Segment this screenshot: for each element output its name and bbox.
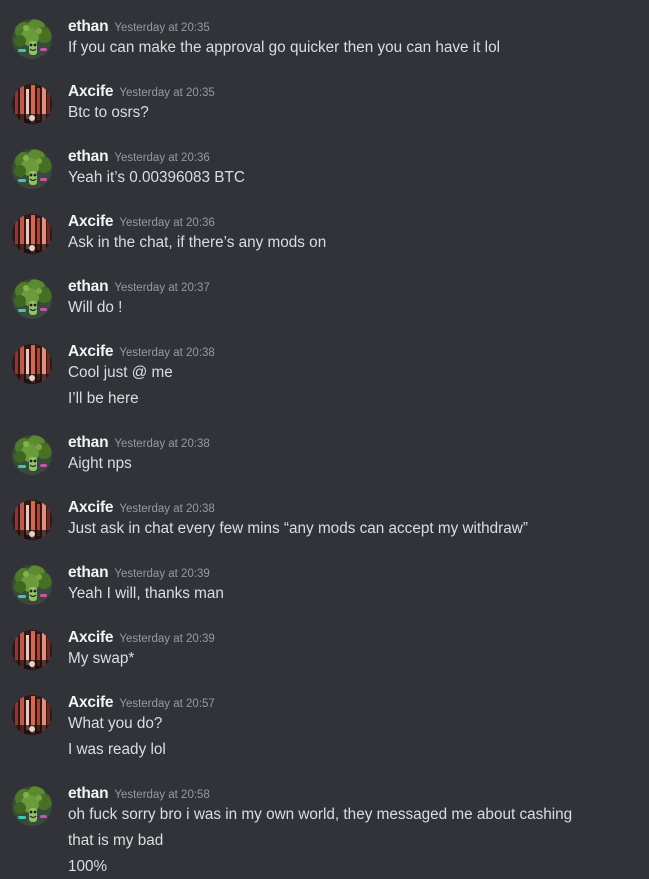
timestamp: Yesterday at 20:39 [114,568,210,580]
broccoli-avatar-icon [12,19,52,59]
timestamp: Yesterday at 20:35 [119,87,215,99]
message-header: Axcife Yesterday at 20:38 [68,497,633,519]
message-header: Axcife Yesterday at 20:36 [68,211,633,233]
username[interactable]: ethan [68,434,109,451]
avatar[interactable] [12,695,52,735]
message-header: Axcife Yesterday at 20:39 [68,627,633,649]
timestamp: Yesterday at 20:38 [119,503,215,515]
broccoli-avatar-icon [12,435,52,475]
username[interactable]: ethan [68,564,109,581]
timestamp: Yesterday at 20:37 [114,282,210,294]
avatar[interactable] [12,786,52,826]
timestamp: Yesterday at 20:58 [114,789,210,801]
broccoli-avatar-icon [12,786,52,826]
avatar[interactable] [12,344,52,384]
username[interactable]: ethan [68,148,109,165]
timestamp: Yesterday at 20:35 [114,22,210,34]
timestamp: Yesterday at 20:38 [119,347,215,359]
message-header: ethan Yesterday at 20:39 [68,562,633,584]
message-group: Axcife Yesterday at 20:57 What you do? I wa… [0,692,649,760]
message-text: Btc to osrs? [68,104,149,121]
chat-message-list: ethan Yesterday at 20:35 If you can make t… [0,0,649,879]
username[interactable]: Axcife [68,694,114,711]
username[interactable]: Axcife [68,499,114,516]
message-text: I was ready lol [68,741,166,758]
timestamp: Yesterday at 20:36 [114,152,210,164]
message-header: ethan Yesterday at 20:36 [68,146,633,168]
message-group: Axcife Yesterday at 20:38 Just ask in chat… [0,497,649,540]
message-header: ethan Yesterday at 20:37 [68,276,633,298]
message-group: Axcife Yesterday at 20:36 Ask in the chat,… [0,211,649,254]
message-header: ethan Yesterday at 20:58 [68,783,633,805]
message-text: Will do ! [68,299,123,316]
message-header: ethan Yesterday at 20:35 [68,16,633,38]
message-group: ethan Yesterday at 20:39 Yeah I will, than… [0,562,649,605]
message-header: Axcife Yesterday at 20:57 [68,692,633,714]
red-lights-avatar-icon [12,84,52,124]
message-text: Just ask in chat every few mins “any mod… [68,520,528,537]
timestamp: Yesterday at 20:38 [114,438,210,450]
message-group: Axcife Yesterday at 20:38 Cool just @ me I’… [0,341,649,409]
message-header: ethan Yesterday at 20:38 [68,432,633,454]
timestamp: Yesterday at 20:36 [119,217,215,229]
avatar[interactable] [12,149,52,189]
avatar[interactable] [12,279,52,319]
message-group: Axcife Yesterday at 20:35 Btc to osrs? [0,81,649,124]
message-text: Yeah I will, thanks man [68,585,224,602]
timestamp: Yesterday at 20:39 [119,633,215,645]
avatar[interactable] [12,84,52,124]
avatar[interactable] [12,630,52,670]
red-lights-avatar-icon [12,214,52,254]
red-lights-avatar-icon [12,344,52,384]
username[interactable]: ethan [68,785,109,802]
message-group: ethan Yesterday at 20:38 Aight nps [0,432,649,475]
broccoli-avatar-icon [12,149,52,189]
message-text: If you can make the approval go quicker … [68,39,500,56]
username[interactable]: Axcife [68,83,114,100]
avatar[interactable] [12,435,52,475]
broccoli-avatar-icon [12,565,52,605]
username[interactable]: Axcife [68,213,114,230]
avatar[interactable] [12,214,52,254]
message-text: I’ll be here [68,390,139,407]
avatar[interactable] [12,19,52,59]
red-lights-avatar-icon [12,500,52,540]
message-group: ethan Yesterday at 20:36 Yeah it’s 0.00396… [0,146,649,189]
username[interactable]: ethan [68,278,109,295]
username[interactable]: Axcife [68,343,114,360]
message-text: Cool just @ me [68,364,173,381]
red-lights-avatar-icon [12,630,52,670]
message-text: Ask in the chat, if there’s any mods on [68,234,327,251]
message-text: oh fuck sorry bro i was in my own world,… [68,806,573,823]
message-group: ethan Yesterday at 20:58 oh fuck sorry bro… [0,783,649,877]
message-header: Axcife Yesterday at 20:38 [68,341,633,363]
message-text: My swap* [68,650,135,667]
red-lights-avatar-icon [12,695,52,735]
message-header: Axcife Yesterday at 20:35 [68,81,633,103]
message-text: What you do? [68,715,163,732]
message-text: Yeah it’s 0.00396083 BTC [68,169,245,186]
avatar[interactable] [12,500,52,540]
message-group: ethan Yesterday at 20:35 If you can make t… [0,16,649,59]
message-text: that is my bad [68,832,164,849]
username[interactable]: Axcife [68,629,114,646]
message-text: Aight nps [68,455,132,472]
timestamp: Yesterday at 20:57 [119,698,215,710]
broccoli-avatar-icon [12,279,52,319]
message-text: 100% [68,858,108,875]
username[interactable]: ethan [68,18,109,35]
message-group: Axcife Yesterday at 20:39 My swap* [0,627,649,670]
avatar[interactable] [12,565,52,605]
message-group: ethan Yesterday at 20:37 Will do ! [0,276,649,319]
